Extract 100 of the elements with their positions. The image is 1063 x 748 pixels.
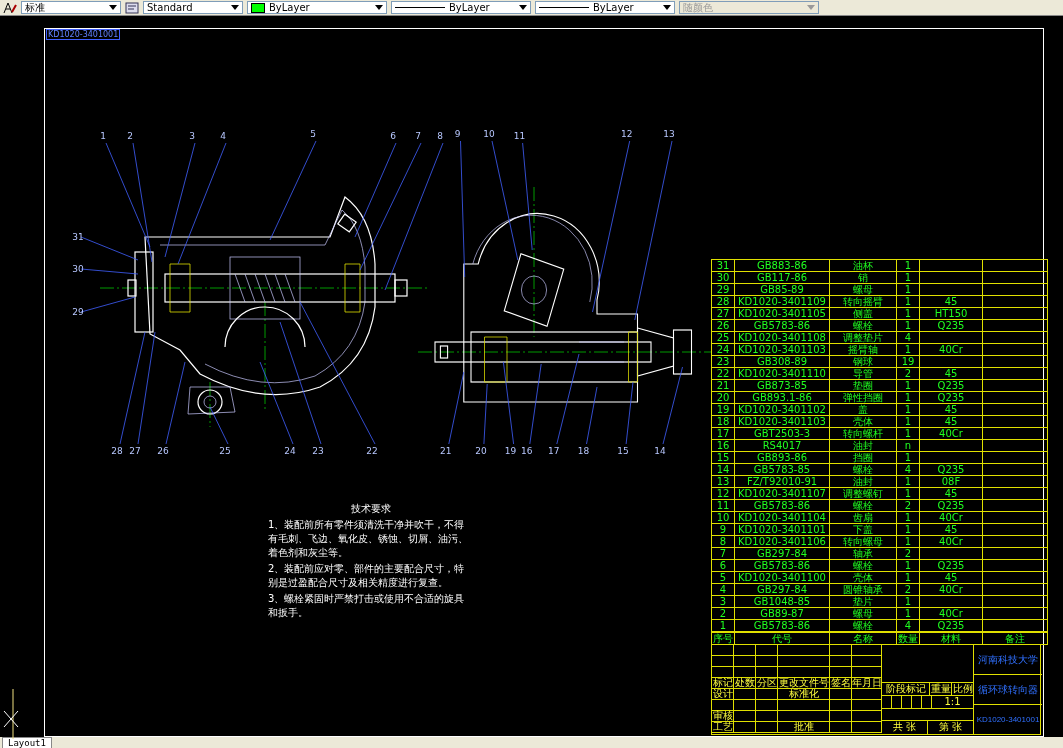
table-cell: 17 xyxy=(711,427,735,440)
table-cell: n xyxy=(896,439,920,452)
table-cell: 调整垫片 xyxy=(829,331,897,344)
callout-number: 24 xyxy=(284,446,296,456)
callout-number: 16 xyxy=(521,446,533,456)
table-cell: 4 xyxy=(896,331,920,344)
title-block-label: 签名 xyxy=(830,678,852,689)
table-cell: 1 xyxy=(896,283,920,296)
table-cell: 9 xyxy=(711,523,735,536)
table-cell: 螺母 xyxy=(829,607,897,620)
callout-number: 13 xyxy=(663,129,675,139)
table-cell xyxy=(982,271,1048,284)
caret-icon xyxy=(375,5,383,10)
center-line xyxy=(209,381,211,428)
caret-icon xyxy=(231,5,239,10)
table-cell xyxy=(982,571,1048,584)
callout-number: 21 xyxy=(440,446,452,456)
table-cell: 转向螺杆 xyxy=(829,427,897,440)
table-cell: 1 xyxy=(896,535,920,548)
scale-value: 1:1 xyxy=(932,696,974,708)
callout-number: 2 xyxy=(127,131,133,141)
title-block-cell xyxy=(734,689,756,700)
table-cell: 圆锥轴承 xyxy=(829,583,897,596)
table-cell: 1 xyxy=(896,319,920,332)
callout-number: 4 xyxy=(220,131,226,141)
title-block-cell xyxy=(734,711,756,722)
table-cell: 1 xyxy=(896,475,920,488)
table-cell xyxy=(982,331,1048,344)
table-cell: 螺栓 xyxy=(829,499,897,512)
table-cell: 转向摇臂 xyxy=(829,295,897,308)
table-cell: GB308-89 xyxy=(734,355,830,368)
table-cell: 油封 xyxy=(829,475,897,488)
table-cell: 挡圈 xyxy=(829,451,897,464)
dropdown[interactable]: ByLayer xyxy=(535,1,675,14)
table-cell: GB85-89 xyxy=(734,283,830,296)
table-cell: 螺栓 xyxy=(829,559,897,572)
requirement-text: 1、装配前所有零件须清洗干净并吹干，不得有毛刺、飞边、氧化皮、锈蚀、切屑、油污、着色剂和灰尘等。 xyxy=(268,518,469,560)
table-cell: 40Cr xyxy=(919,607,983,620)
title-block-cell xyxy=(830,722,852,733)
table-cell: 油杯 xyxy=(829,259,897,272)
callout-number: 15 xyxy=(617,446,629,456)
table-cell: 30 xyxy=(711,271,735,284)
table-cell: GB5783-86 xyxy=(734,559,830,572)
dimension-style-icon[interactable] xyxy=(125,1,139,14)
table-cell: FZ/T92010-91 xyxy=(734,475,830,488)
layout-tab[interactable]: Layout1 xyxy=(2,737,52,748)
callout-number: 18 xyxy=(577,446,590,456)
table-cell: 3 xyxy=(711,595,735,608)
title-block-cell xyxy=(756,645,778,656)
table-cell: Q235 xyxy=(919,499,983,512)
title-block-cell xyxy=(734,667,756,678)
table-cell: 1 xyxy=(896,415,920,428)
title-block-cell xyxy=(756,667,778,678)
table-cell: 2 xyxy=(711,607,735,620)
callout-number: 20 xyxy=(475,446,487,456)
title-block-label: 重量 xyxy=(930,683,952,695)
table-cell: 12 xyxy=(711,487,735,500)
title-block-label: 处数 xyxy=(734,678,756,689)
table-cell xyxy=(919,439,983,452)
table-cell: 28 xyxy=(711,295,735,308)
callout-number: 17 xyxy=(548,446,560,456)
table-cell: GB89-87 xyxy=(734,607,830,620)
table-cell xyxy=(919,271,983,284)
callout-number: 8 xyxy=(437,131,443,141)
callout-number: 12 xyxy=(620,129,633,139)
title-block-label: 工艺 xyxy=(712,722,734,733)
table-cell: Q235 xyxy=(919,463,983,476)
table-cell xyxy=(982,355,1048,368)
title-block-cell xyxy=(734,656,756,667)
table-cell: 2 xyxy=(896,499,920,512)
linetype-sample-icon xyxy=(539,7,589,8)
dropdown[interactable]: ByLayer xyxy=(391,1,531,14)
table-cell: 40Cr xyxy=(919,427,983,440)
title-block-cell xyxy=(734,722,756,733)
table-cell: 10 xyxy=(711,511,735,524)
table-cell xyxy=(982,535,1048,548)
table-cell: GB1048-85 xyxy=(734,595,830,608)
dropdown[interactable]: 标准 xyxy=(21,1,121,14)
table-cell xyxy=(919,259,983,272)
table-cell xyxy=(982,415,1048,428)
table-cell: 13 xyxy=(711,475,735,488)
title-block-cell xyxy=(830,656,852,667)
table-cell: 14 xyxy=(711,463,735,476)
callout-number: 23 xyxy=(312,446,324,456)
table-cell: 侧盖 xyxy=(829,307,897,320)
title-block-cell xyxy=(756,656,778,667)
title-block-cell xyxy=(852,711,882,722)
table-cell: KD1020-3401106 xyxy=(734,535,830,548)
title-block-cell xyxy=(712,656,734,667)
table-cell: 1 xyxy=(896,403,920,416)
title-block-label: 共 张 xyxy=(882,721,928,734)
dropdown[interactable]: ByLayer xyxy=(247,1,387,14)
table-cell: 1 xyxy=(711,619,735,632)
table-cell xyxy=(919,283,983,296)
dropdown[interactable]: Standard xyxy=(143,1,243,14)
text-style-icon[interactable] xyxy=(3,1,17,14)
title-block-cell xyxy=(778,656,830,667)
table-cell xyxy=(982,511,1048,524)
school-name: 河南科技大学 xyxy=(974,645,1042,675)
dropdown-value: ByLayer xyxy=(269,2,311,13)
